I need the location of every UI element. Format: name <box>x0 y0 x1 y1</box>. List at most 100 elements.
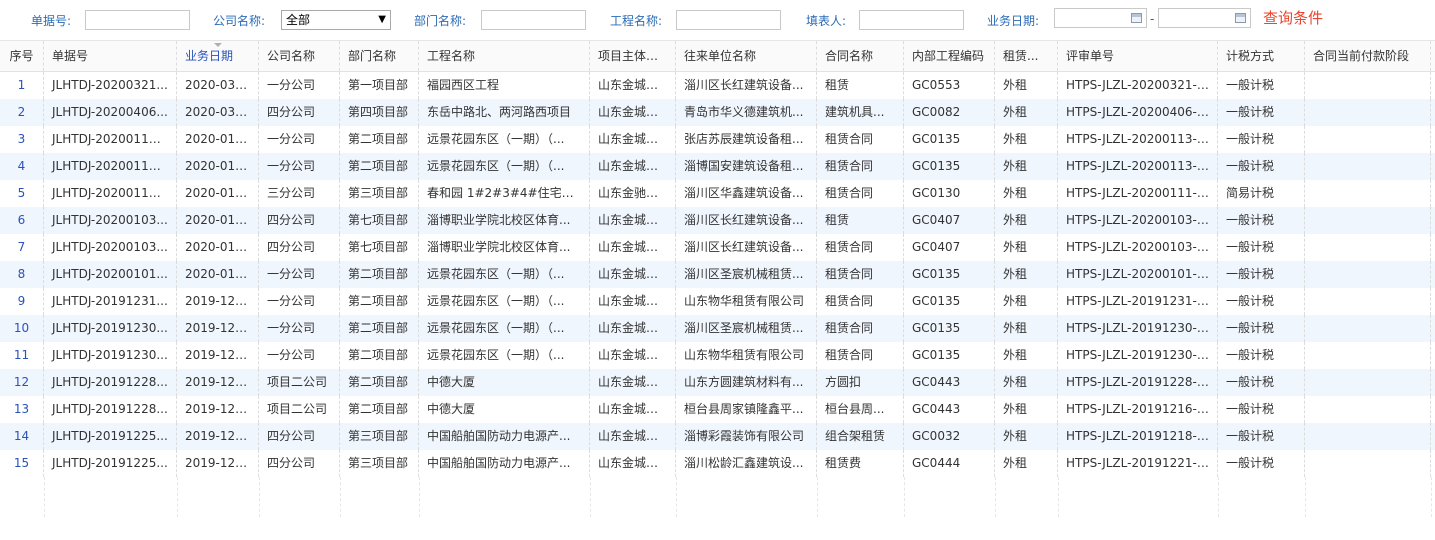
table-row[interactable]: 3 JLHTDJ-20200113-... 2020-01-13 一分公司 第二项目部远… <box>0 126 1435 153</box>
date-from-input[interactable] <box>1054 8 1147 28</box>
column-divider <box>1305 477 1432 517</box>
cell-contract: 租赁合同 <box>817 342 904 369</box>
table-row[interactable]: 7 JLHTDJ-20200103... 2020-01-03 四分公司 第七项目部 淄博… <box>0 234 1435 261</box>
table-row[interactable]: 15 JLHTDJ-20191225... 2019-12-25 四分公司 第三项目部中… <box>0 450 1435 477</box>
col-header-review-no[interactable]: 评审单号 <box>1058 41 1218 71</box>
cell-payment-stage <box>1305 72 1431 99</box>
cell-payment-stage <box>1305 315 1431 342</box>
col-header-tax-method[interactable]: 计税方式 <box>1218 41 1305 71</box>
cell-dept: 第二项目部 <box>340 342 419 369</box>
cell-seq[interactable]: 14 <box>0 423 44 450</box>
date-to-input[interactable] <box>1158 8 1251 28</box>
table-row[interactable]: 5 JLHTDJ-20200111-... 2020-01-10 三分公司 第三项目部春… <box>0 180 1435 207</box>
cell-tax-method: 一般计税 <box>1218 450 1305 477</box>
cell-payment-stage <box>1305 288 1431 315</box>
cell-tax-method: 一般计税 <box>1218 288 1305 315</box>
cell-biz-date: 2020-01-13 <box>177 126 259 153</box>
cell-seq[interactable]: 3 <box>0 126 44 153</box>
cell-contract: 租赁合同 <box>817 126 904 153</box>
filler-input[interactable] <box>859 10 964 30</box>
cell-review-no: HTPS-JLZL-20191230-0... <box>1058 315 1218 342</box>
cell-seq[interactable]: 1 <box>0 72 44 99</box>
col-header-lease-type[interactable]: 租赁... <box>995 41 1058 71</box>
table-row[interactable]: 4 JLHTDJ-20200113-... 2020-01-13 一分公司 第二项目部远… <box>0 153 1435 180</box>
cell-doc-no: JLHTDJ-20191230... <box>44 315 177 342</box>
column-divider <box>259 477 341 517</box>
sort-indicator-icon <box>213 43 222 47</box>
cell-seq[interactable]: 12 <box>0 369 44 396</box>
cell-partner: 淄川区圣宸机械租赁... <box>676 315 817 342</box>
cell-tax-method: 一般计税 <box>1218 396 1305 423</box>
cell-company: 四分公司 <box>259 450 340 477</box>
cell-doc-no: JLHTDJ-20200321... <box>44 72 177 99</box>
cell-seq[interactable]: 7 <box>0 234 44 261</box>
cell-dept: 第一项目部 <box>340 72 419 99</box>
doc-no-input[interactable] <box>85 10 190 30</box>
cell-contract: 建筑机具... <box>817 99 904 126</box>
cell-seq[interactable]: 4 <box>0 153 44 180</box>
col-header-contract[interactable]: 合同名称 <box>817 41 904 71</box>
table-row[interactable]: 1 JLHTDJ-20200321... 2020-03-21 一分公司 第一项目部 福园… <box>0 72 1435 99</box>
query-button[interactable]: 查询条件 <box>1263 7 1323 28</box>
col-header-company[interactable]: 公司名称 <box>259 41 340 71</box>
cell-dept: 第七项目部 <box>340 234 419 261</box>
cell-seq[interactable]: 13 <box>0 396 44 423</box>
table-row[interactable]: 14 JLHTDJ-20191225... 2019-12-25 四分公司 第三项目部中… <box>0 423 1435 450</box>
cell-internal-code: GC0443 <box>904 369 995 396</box>
cell-internal-code: GC0135 <box>904 342 995 369</box>
table-row[interactable]: 13 JLHTDJ-20191228... 2019-12-28 项目二公司 第二项目部… <box>0 396 1435 423</box>
table-row[interactable]: 6 JLHTDJ-20200103... 2020-01-03 四分公司 第七项目部 淄博… <box>0 207 1435 234</box>
project-input[interactable] <box>676 10 781 30</box>
cell-internal-code: GC0135 <box>904 126 995 153</box>
cell-seq[interactable]: 6 <box>0 207 44 234</box>
table-row[interactable]: 2 JLHTDJ-20200406... 2020-03-15 四分公司 第四项目部 东岳… <box>0 99 1435 126</box>
cell-seq[interactable]: 15 <box>0 450 44 477</box>
table-row[interactable]: 9 JLHTDJ-20191231... 2019-12-31 一分公司 第二项目部 远景… <box>0 288 1435 315</box>
cell-contract: 租赁合同 <box>817 180 904 207</box>
col-header-seq[interactable]: 序号 <box>0 41 44 71</box>
col-header-internal-code[interactable]: 内部工程编码 <box>904 41 995 71</box>
table-row[interactable]: 12 JLHTDJ-20191228... 2019-12-28 项目二公司 第二项目部… <box>0 369 1435 396</box>
cell-seq[interactable]: 10 <box>0 315 44 342</box>
dept-input[interactable] <box>481 10 586 30</box>
column-divider <box>1218 477 1306 517</box>
cell-seq[interactable]: 5 <box>0 180 44 207</box>
cell-doc-no: JLHTDJ-20200113-... <box>44 153 177 180</box>
col-header-project[interactable]: 工程名称 <box>419 41 590 71</box>
cell-doc-no: JLHTDJ-20200111-... <box>44 180 177 207</box>
cell-seq[interactable]: 8 <box>0 261 44 288</box>
col-header-dept[interactable]: 部门名称 <box>340 41 419 71</box>
col-header-main-unit[interactable]: 项目主体单位 <box>590 41 676 71</box>
cell-tax-method: 一般计税 <box>1218 126 1305 153</box>
col-header-biz-date[interactable]: 业务日期 <box>177 41 259 71</box>
cell-payment-stage <box>1305 396 1431 423</box>
cell-internal-code: GC0135 <box>904 288 995 315</box>
cell-tax-method: 一般计税 <box>1218 261 1305 288</box>
calendar-icon[interactable] <box>1131 13 1142 23</box>
cell-company: 一分公司 <box>259 261 340 288</box>
table-row[interactable]: 8 JLHTDJ-20200101... 2020-01-01 一分公司 第二项目部 远景… <box>0 261 1435 288</box>
calendar-icon[interactable] <box>1235 13 1246 23</box>
cell-main-unit: 山东金城建... <box>590 423 676 450</box>
cell-biz-date: 2020-01-03 <box>177 207 259 234</box>
cell-project: 远景花园东区（一期）（... <box>419 261 590 288</box>
cell-seq[interactable]: 2 <box>0 99 44 126</box>
cell-seq[interactable]: 9 <box>0 288 44 315</box>
cell-lease-type: 外租 <box>995 450 1058 477</box>
cell-biz-date: 2019-12-30 <box>177 315 259 342</box>
table-row[interactable]: 10 JLHTDJ-20191230... 2019-12-30 一分公司 第二项目部远… <box>0 315 1435 342</box>
cell-project: 淄博职业学院北校区体育... <box>419 234 590 261</box>
cell-review-no: HTPS-JLZL-20200321-0... <box>1058 72 1218 99</box>
col-header-doc-no[interactable]: 单据号 <box>44 41 177 71</box>
cell-tax-method: 一般计税 <box>1218 342 1305 369</box>
cell-project: 中国船舶国防动力电源产... <box>419 450 590 477</box>
col-header-partner[interactable]: 往来单位名称 <box>676 41 817 71</box>
cell-lease-type: 外租 <box>995 99 1058 126</box>
company-select[interactable]: 全部 ▼ <box>281 10 391 30</box>
cell-partner: 淄川区长红建筑设备... <box>676 234 817 261</box>
company-select-value: 全部 <box>286 13 311 27</box>
cell-contract: 组合架租赁 <box>817 423 904 450</box>
col-header-payment-stage[interactable]: 合同当前付款阶段 <box>1305 41 1431 71</box>
cell-seq[interactable]: 11 <box>0 342 44 369</box>
table-row[interactable]: 11 JLHTDJ-20191230... 2019-12-30 一分公司 第二项目部远… <box>0 342 1435 369</box>
